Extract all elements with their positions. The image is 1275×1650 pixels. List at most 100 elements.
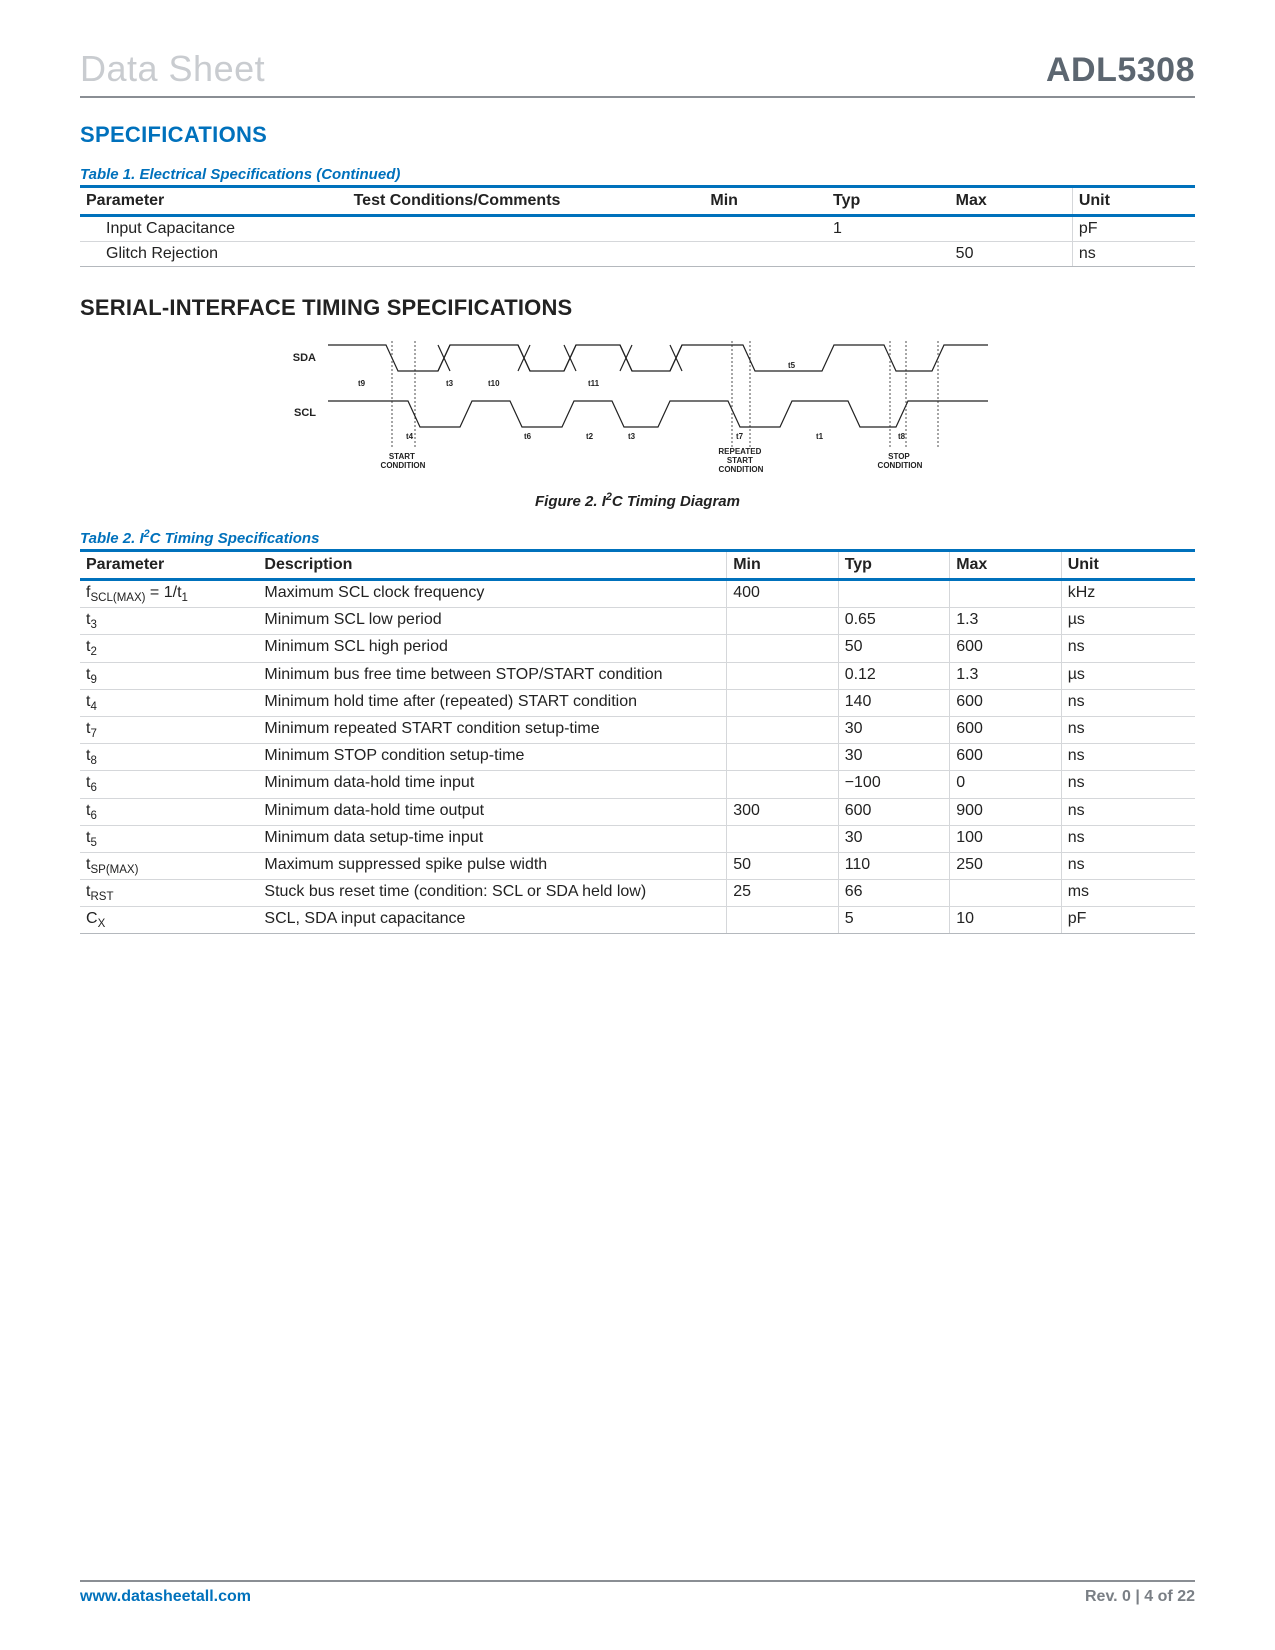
cell-parameter: t3 bbox=[80, 608, 258, 635]
table2-header-row: Parameter Description Min Typ Max Unit bbox=[80, 551, 1195, 580]
start-condition-label: START CONDITION bbox=[380, 452, 425, 470]
cell-unit: ns bbox=[1072, 242, 1195, 267]
cell-max bbox=[950, 880, 1062, 907]
sda-waveform bbox=[328, 345, 988, 371]
svg-text:t11: t11 bbox=[588, 379, 600, 388]
cell-parameter: t6 bbox=[80, 798, 258, 825]
cell-parameter: tRST bbox=[80, 880, 258, 907]
svg-text:t3: t3 bbox=[628, 432, 636, 441]
table-row: t2Minimum SCL high period50600ns bbox=[80, 635, 1195, 662]
cell-min bbox=[727, 907, 839, 934]
cell-unit: ns bbox=[1061, 825, 1195, 852]
cell-unit: ns bbox=[1061, 689, 1195, 716]
th-parameter: Parameter bbox=[80, 187, 348, 216]
cell-typ: 1 bbox=[827, 216, 950, 242]
figure2-container: SDA SCL t9 t3 t10 t11 t5 bbox=[80, 331, 1195, 510]
svg-text:t9: t9 bbox=[358, 379, 366, 388]
table-row: t3Minimum SCL low period 0.651.3µs bbox=[80, 608, 1195, 635]
cell-parameter: fSCL(MAX) = 1/t1 bbox=[80, 580, 258, 608]
table2-caption: Table 2. I2C Timing Specifications bbox=[80, 528, 1195, 547]
cell-min bbox=[727, 716, 839, 743]
page-footer: www.datasheetall.com Rev. 0 | 4 of 22 bbox=[80, 1580, 1195, 1606]
cell-description: Minimum hold time after (repeated) START… bbox=[258, 689, 726, 716]
cell-unit: µs bbox=[1061, 608, 1195, 635]
cell-unit: ns bbox=[1061, 744, 1195, 771]
cell-description: Minimum data-hold time output bbox=[258, 798, 726, 825]
cell-max: 10 bbox=[950, 907, 1062, 934]
th-conditions: Test Conditions/Comments bbox=[348, 187, 705, 216]
th-min: Min bbox=[704, 187, 827, 216]
table-row: t4Minimum hold time after (repeated) STA… bbox=[80, 689, 1195, 716]
cell-max: 600 bbox=[950, 689, 1062, 716]
cell-typ: 30 bbox=[838, 825, 950, 852]
scl-label: SCL bbox=[294, 407, 316, 419]
table-row: t9Minimum bus free time between STOP/STA… bbox=[80, 662, 1195, 689]
cell-parameter: t6 bbox=[80, 771, 258, 798]
cell-parameter: tSP(MAX) bbox=[80, 852, 258, 879]
cell-unit: µs bbox=[1061, 662, 1195, 689]
cell-description: Minimum STOP condition setup-time bbox=[258, 744, 726, 771]
table-row: tRSTStuck bus reset time (condition: SCL… bbox=[80, 880, 1195, 907]
cell-min bbox=[727, 825, 839, 852]
cell-max bbox=[950, 216, 1073, 242]
svg-text:t6: t6 bbox=[524, 432, 532, 441]
svg-text:t5: t5 bbox=[788, 361, 796, 370]
th-unit: Unit bbox=[1072, 187, 1195, 216]
cell-max: 600 bbox=[950, 635, 1062, 662]
header-doc-type: Data Sheet bbox=[80, 48, 265, 90]
th2-unit: Unit bbox=[1061, 551, 1195, 580]
cell-unit: pF bbox=[1061, 907, 1195, 934]
datasheet-page: Data Sheet ADL5308 SPECIFICATIONS Table … bbox=[0, 0, 1275, 1650]
cell-unit: ns bbox=[1061, 852, 1195, 879]
cell-description: Stuck bus reset time (condition: SCL or … bbox=[258, 880, 726, 907]
cell-unit: ns bbox=[1061, 635, 1195, 662]
table-row: t7Minimum repeated START condition setup… bbox=[80, 716, 1195, 743]
page-header: Data Sheet ADL5308 bbox=[80, 48, 1195, 98]
cell-unit: ns bbox=[1061, 771, 1195, 798]
table-row: t5Minimum data setup-time input30100ns bbox=[80, 825, 1195, 852]
cell-min bbox=[727, 635, 839, 662]
th-typ: Typ bbox=[827, 187, 950, 216]
cell-typ: 30 bbox=[838, 716, 950, 743]
cell-max: 600 bbox=[950, 716, 1062, 743]
cell-typ: 140 bbox=[838, 689, 950, 716]
cell-description: Minimum bus free time between STOP/START… bbox=[258, 662, 726, 689]
footer-url[interactable]: www.datasheetall.com bbox=[80, 1588, 251, 1606]
cell-parameter: t9 bbox=[80, 662, 258, 689]
cell-typ: 66 bbox=[838, 880, 950, 907]
cell-max: 1.3 bbox=[950, 608, 1062, 635]
cell-typ: 5 bbox=[838, 907, 950, 934]
subsection-title: SERIAL-INTERFACE TIMING SPECIFICATIONS bbox=[80, 295, 1195, 321]
svg-text:t10: t10 bbox=[488, 379, 500, 388]
cell-conditions bbox=[348, 242, 705, 267]
cell-typ: 600 bbox=[838, 798, 950, 825]
th2-typ: Typ bbox=[838, 551, 950, 580]
cell-description: Minimum SCL low period bbox=[258, 608, 726, 635]
cell-typ: 50 bbox=[838, 635, 950, 662]
table1-caption: Table 1. Electrical Specifications (Cont… bbox=[80, 166, 1195, 183]
cell-description: SCL, SDA input capacitance bbox=[258, 907, 726, 934]
cell-max: 900 bbox=[950, 798, 1062, 825]
cell-unit: ns bbox=[1061, 798, 1195, 825]
figure2-caption: Figure 2. I2C Timing Diagram bbox=[80, 491, 1195, 510]
cell-min: 50 bbox=[727, 852, 839, 879]
cell-typ: 110 bbox=[838, 852, 950, 879]
table-row: t6Minimum data-hold time input−1000ns bbox=[80, 771, 1195, 798]
cell-typ: 0.12 bbox=[838, 662, 950, 689]
cell-min bbox=[727, 608, 839, 635]
table2: Parameter Description Min Typ Max Unit f… bbox=[80, 549, 1195, 934]
cell-max: 50 bbox=[950, 242, 1073, 267]
cell-min bbox=[727, 662, 839, 689]
table-row: Glitch Rejection50ns bbox=[80, 242, 1195, 267]
cell-unit: ns bbox=[1061, 716, 1195, 743]
cell-max: 100 bbox=[950, 825, 1062, 852]
cell-parameter: t7 bbox=[80, 716, 258, 743]
cell-parameter: t2 bbox=[80, 635, 258, 662]
section-title: SPECIFICATIONS bbox=[80, 122, 1195, 148]
th2-min: Min bbox=[727, 551, 839, 580]
cell-max: 600 bbox=[950, 744, 1062, 771]
cell-min: 400 bbox=[727, 580, 839, 608]
reference-lines bbox=[392, 341, 938, 449]
cell-min: 25 bbox=[727, 880, 839, 907]
cell-typ: 0.65 bbox=[838, 608, 950, 635]
